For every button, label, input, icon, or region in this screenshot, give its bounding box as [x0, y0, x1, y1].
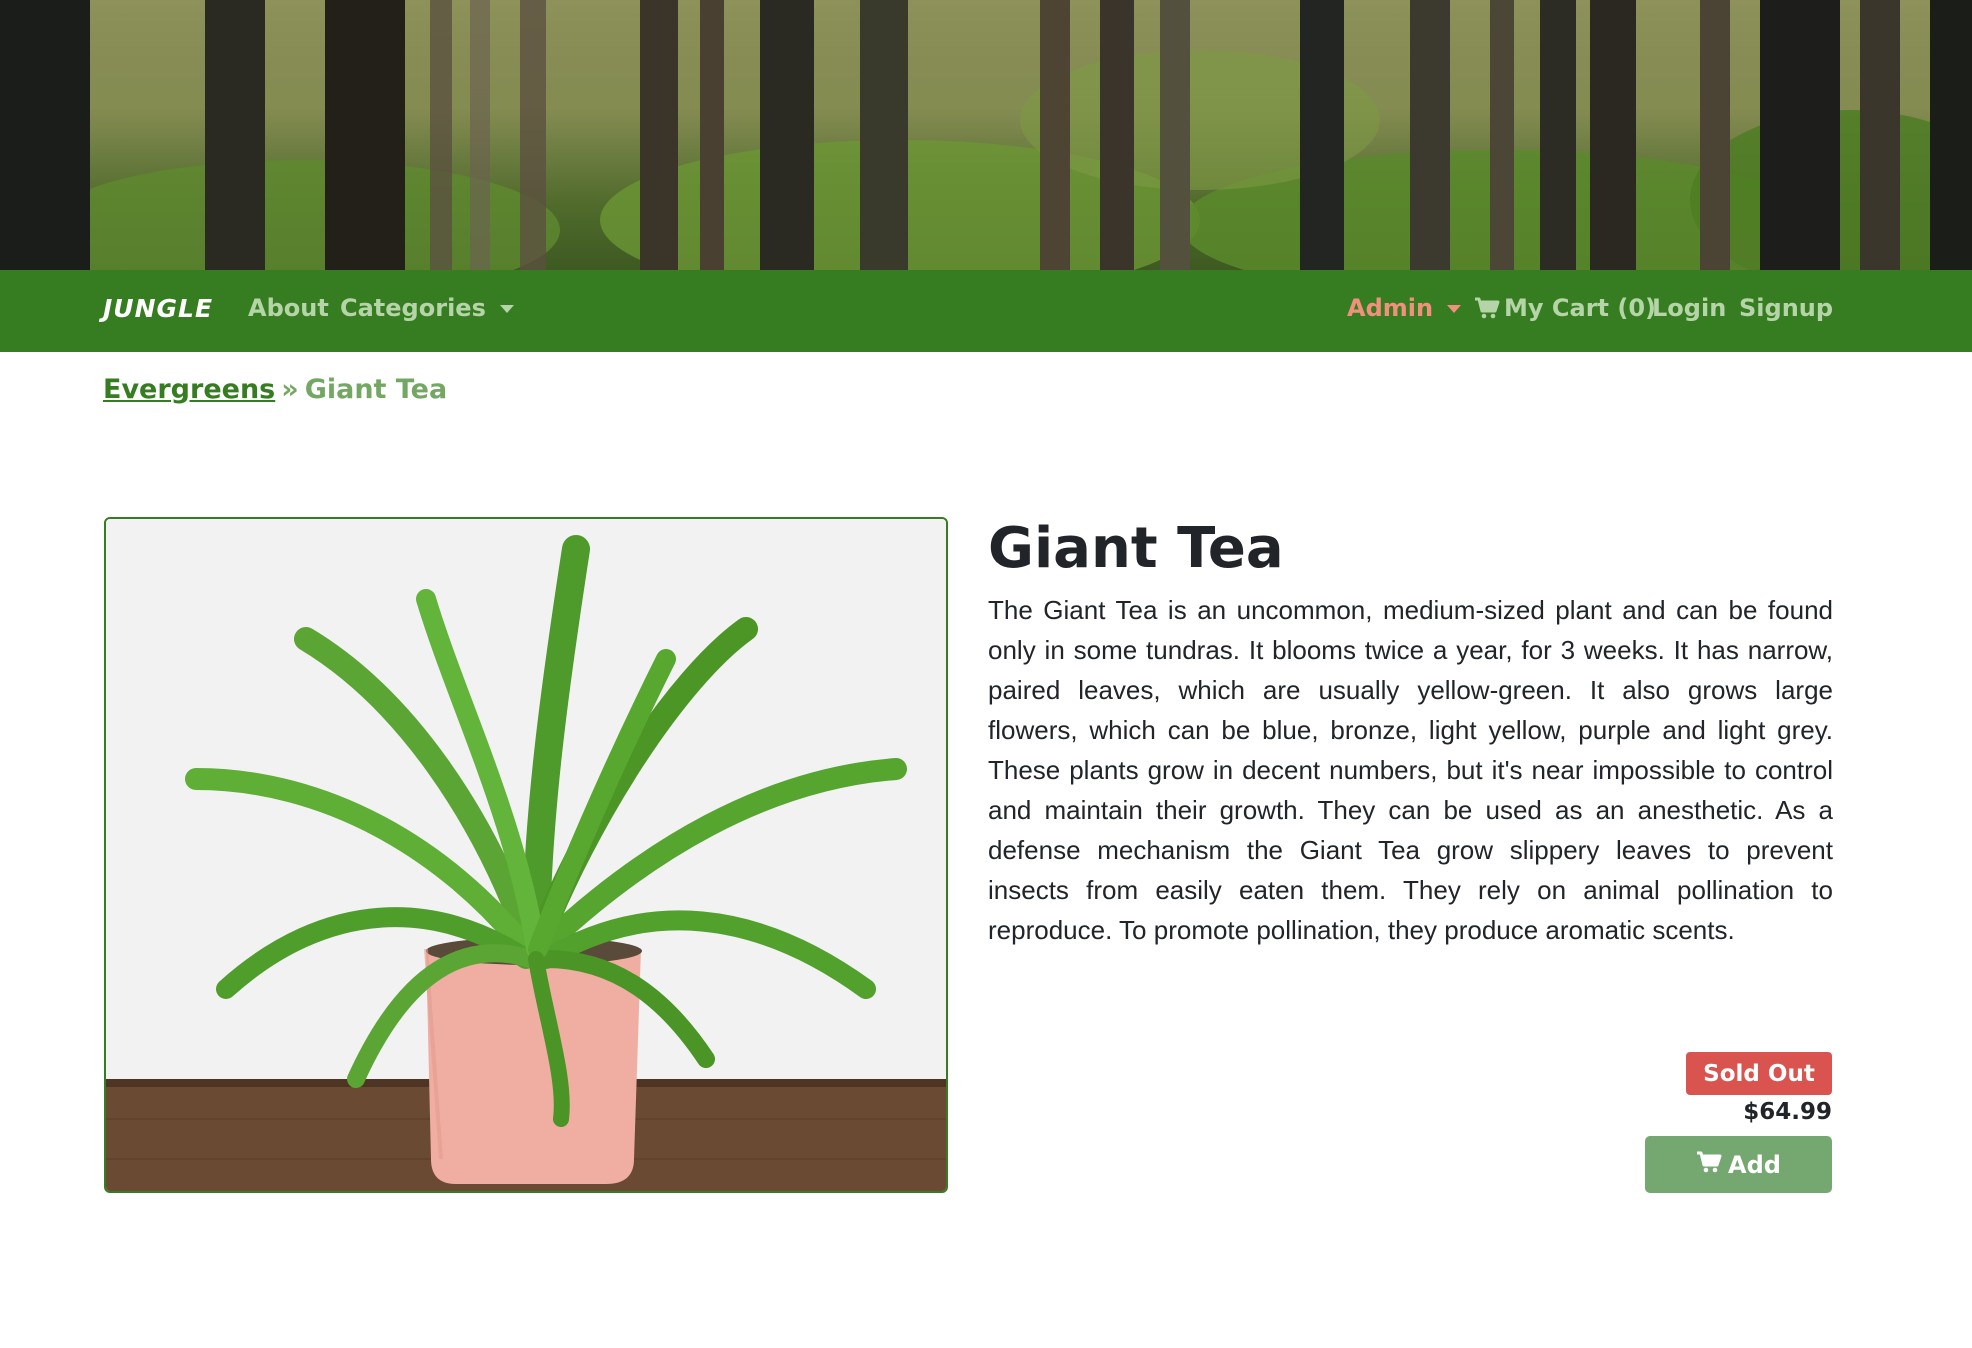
add-to-cart-button[interactable]: Add [1645, 1136, 1832, 1193]
caret-down-icon [1447, 305, 1462, 313]
nav-categories-label: Categories [340, 294, 486, 322]
nav-about[interactable]: About [248, 294, 329, 322]
sold-out-badge: Sold Out [1686, 1052, 1832, 1095]
plant-photo [106, 519, 946, 1191]
shopping-cart-icon [1474, 297, 1500, 319]
breadcrumb-separator: » [281, 374, 299, 405]
breadcrumb-current: Giant Tea [304, 374, 448, 405]
shopping-cart-icon [1696, 1151, 1722, 1179]
product-image [104, 517, 948, 1193]
caret-down-icon [499, 305, 514, 313]
top-navbar: JUNGLE About Categories Admin My Cart (0… [0, 270, 1972, 352]
nav-cart-label: My Cart (0) [1504, 294, 1656, 322]
breadcrumb: Evergreens» Giant Tea [103, 374, 447, 405]
nav-signup[interactable]: Signup [1739, 294, 1833, 322]
nav-admin-label: Admin [1347, 294, 1434, 322]
product-price: $64.99 [1743, 1099, 1832, 1125]
add-button-label: Add [1728, 1150, 1781, 1179]
breadcrumb-category-link[interactable]: Evergreens [103, 374, 275, 405]
nav-admin-dropdown[interactable]: Admin [1347, 294, 1462, 322]
nav-categories-dropdown[interactable]: Categories [340, 294, 514, 322]
nav-my-cart[interactable]: My Cart (0) [1474, 294, 1656, 322]
hero-banner [0, 0, 1972, 270]
product-title: Giant Tea [988, 516, 1284, 581]
brand-logo[interactable]: JUNGLE [103, 294, 213, 323]
forest-image [0, 0, 1972, 270]
nav-login[interactable]: Login [1652, 294, 1726, 322]
product-description: The Giant Tea is an uncommon, medium-siz… [988, 595, 1833, 945]
